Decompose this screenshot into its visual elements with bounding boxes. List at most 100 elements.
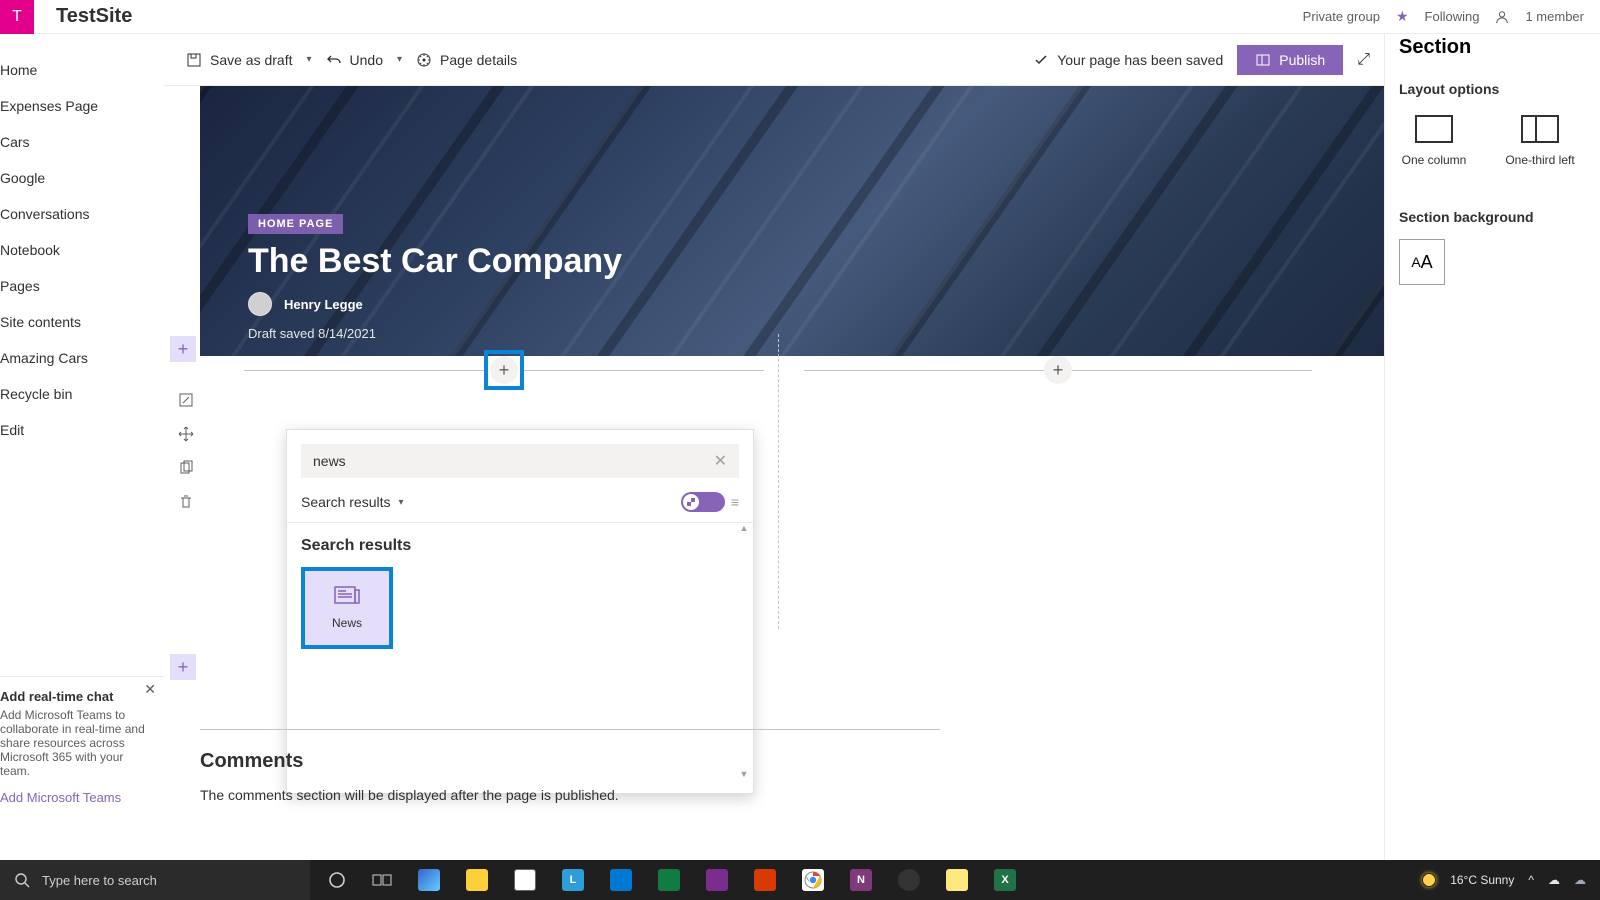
section-panel: Section Layout options One column One-th… (1384, 34, 1600, 860)
star-icon[interactable]: ★ (1396, 8, 1409, 25)
page-badge: HOME PAGE (248, 214, 343, 234)
excel-icon[interactable]: X (994, 869, 1016, 891)
page-details-label: Page details (440, 52, 517, 68)
comments-note: The comments section will be displayed a… (200, 787, 1174, 803)
webpart-news-card[interactable]: News (301, 567, 393, 649)
app-icon[interactable] (754, 869, 776, 891)
chevron-up-icon[interactable]: ^ (1528, 873, 1534, 887)
view-toggle[interactable] (681, 492, 725, 512)
add-webpart-highlight: + (484, 350, 524, 390)
webpart-label: News (332, 616, 362, 630)
onedrive-icon[interactable]: ☁ (1548, 873, 1560, 887)
save-draft-button[interactable]: Save as draft (178, 46, 301, 74)
expand-icon[interactable]: ⤢ (1357, 51, 1370, 69)
nav-item[interactable]: Google (0, 160, 163, 196)
members-count[interactable]: 1 member (1525, 9, 1584, 24)
site-logo[interactable]: T (0, 0, 34, 34)
layout-one-third-left[interactable]: One-third left (1505, 115, 1575, 167)
nav-item[interactable]: Site contents (0, 304, 163, 340)
mail-icon[interactable] (610, 869, 632, 891)
windows-taskbar: Type here to search L N X 16°C Sunny ^ ☁… (0, 860, 1600, 900)
check-icon (1033, 52, 1049, 68)
add-webpart-button[interactable]: + (490, 356, 518, 384)
move-section-icon[interactable] (174, 422, 198, 446)
publish-button[interactable]: Publish (1237, 45, 1343, 75)
clear-search-icon[interactable]: ✕ (714, 451, 727, 471)
webpart-search-input[interactable]: news ✕ (301, 444, 739, 478)
obs-icon[interactable] (898, 869, 920, 891)
background-option[interactable]: AA (1399, 239, 1445, 285)
promo-title: Add real-time chat (0, 689, 152, 704)
grid-icon (687, 498, 695, 506)
site-privacy: Private group (1303, 9, 1380, 24)
list-icon[interactable]: ≡ (731, 494, 739, 510)
nav-item[interactable]: Home (0, 52, 163, 88)
site-header: T TestSite Private group ★ Following 1 m… (0, 0, 1600, 34)
copy-section-icon[interactable] (174, 456, 198, 480)
app-icon[interactable] (706, 869, 728, 891)
site-name[interactable]: TestSite (56, 5, 132, 28)
nav-edit[interactable]: Edit (0, 412, 163, 448)
edge-icon[interactable] (418, 869, 440, 891)
taskbar-search[interactable]: Type here to search (0, 860, 310, 900)
news-icon (334, 586, 360, 606)
page-title[interactable]: The Best Car Company (248, 242, 622, 281)
save-draft-label: Save as draft (210, 52, 293, 68)
onedrive-icon[interactable]: ☁ (1574, 873, 1586, 887)
promo-body: Add Microsoft Teams to collaborate in re… (0, 708, 152, 778)
undo-label: Undo (350, 52, 383, 68)
chevron-down-icon[interactable]: ▾ (301, 54, 318, 65)
layout-options-header: Layout options (1399, 81, 1600, 97)
nav-item[interactable]: Expenses Page (0, 88, 163, 124)
filter-dropdown[interactable]: Search results (301, 494, 390, 510)
app-icon[interactable] (658, 869, 680, 891)
column-divider (778, 334, 779, 629)
avatar[interactable] (248, 292, 272, 316)
comments-section: Comments The comments section will be di… (200, 729, 1174, 803)
chevron-down-icon[interactable]: ▾ (391, 54, 408, 65)
author-name[interactable]: Henry Legge (284, 297, 363, 312)
results-heading: Search results (301, 537, 739, 555)
canvas: Save as draft ▾ Undo ▾ Page details Your… (164, 34, 1384, 860)
add-webpart-button[interactable]: + (1044, 356, 1072, 384)
edit-section-icon[interactable] (174, 388, 198, 412)
add-section-button[interactable]: + (170, 654, 196, 680)
nav-item[interactable]: Cars (0, 124, 163, 160)
command-bar: Save as draft ▾ Undo ▾ Page details Your… (164, 34, 1384, 86)
following-label[interactable]: Following (1425, 9, 1480, 24)
chevron-down-icon[interactable]: ▾ (398, 497, 403, 508)
close-icon[interactable]: ✕ (144, 681, 156, 698)
layout-label: One column (1402, 153, 1467, 167)
weather-icon (1422, 873, 1436, 887)
page-details-button[interactable]: Page details (408, 46, 525, 74)
onenote-icon[interactable]: N (850, 869, 872, 891)
layout-one-column[interactable]: One column (1399, 115, 1469, 167)
add-teams-link[interactable]: Add Microsoft Teams (0, 790, 152, 805)
explorer-icon[interactable] (466, 869, 488, 891)
nav-item[interactable]: Conversations (0, 196, 163, 232)
delete-section-icon[interactable] (174, 490, 198, 514)
weather-text[interactable]: 16°C Sunny (1450, 873, 1514, 887)
store-icon[interactable] (514, 869, 536, 891)
nav-item[interactable]: Pages (0, 268, 163, 304)
nav-item[interactable]: Recycle bin (0, 376, 163, 412)
add-section-button[interactable]: + (170, 336, 196, 362)
nav-item[interactable]: Notebook (0, 232, 163, 268)
publish-icon (1255, 52, 1271, 68)
app-icon[interactable] (946, 869, 968, 891)
hero-banner: HOME PAGE The Best Car Company Henry Leg… (200, 86, 1384, 356)
nav-item[interactable]: Amazing Cars (0, 340, 163, 376)
teams-promo: ✕ Add real-time chat Add Microsoft Teams… (0, 676, 164, 805)
scroll-up-icon[interactable]: ▲ (737, 523, 751, 533)
app-icon[interactable]: L (562, 869, 584, 891)
search-placeholder: Type here to search (42, 873, 157, 888)
undo-button[interactable]: Undo (318, 46, 391, 74)
layout-label: One-third left (1505, 153, 1574, 167)
cortana-icon[interactable] (328, 871, 346, 889)
task-view-icon[interactable] (372, 872, 392, 888)
section-background-header: Section background (1399, 209, 1600, 225)
publish-label: Publish (1279, 52, 1325, 68)
search-value: news (313, 453, 346, 469)
draft-saved-label: Draft saved 8/14/2021 (248, 326, 376, 341)
chrome-icon[interactable] (802, 869, 824, 891)
